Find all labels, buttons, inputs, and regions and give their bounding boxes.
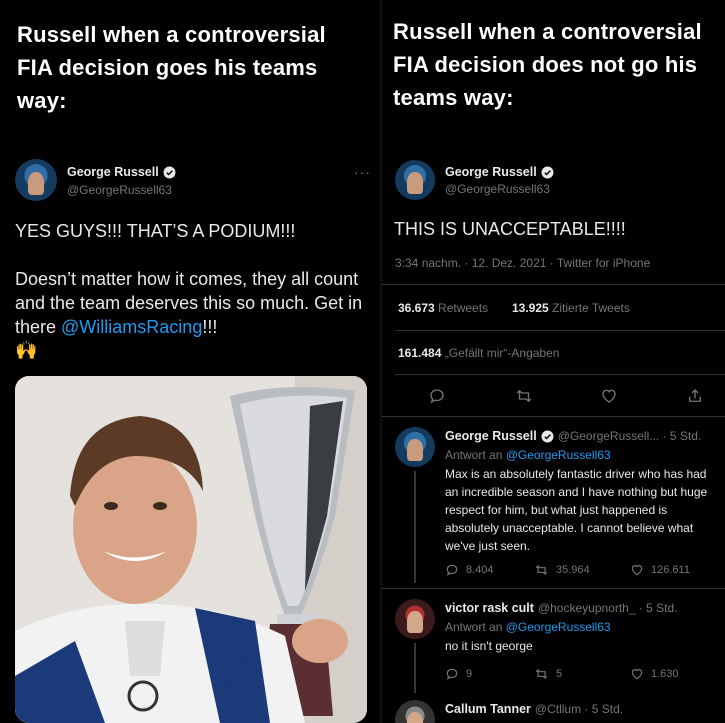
- tweet-text: YES GUYS!!! THAT’S A PODIUM!!! Doesn’t m…: [15, 219, 370, 363]
- left-panel: Russell when a controversial FIA decisio…: [0, 0, 380, 723]
- tweet-timestamp[interactable]: 3:34 nachm. · 12. Dez. 2021 · Twitter fo…: [395, 256, 650, 270]
- share-icon[interactable]: [686, 387, 704, 405]
- tweet-line-1: YES GUYS!!! THAT’S A PODIUM!!!: [15, 221, 296, 241]
- reply-likes-action[interactable]: 1.630: [630, 667, 679, 681]
- author-name[interactable]: George Russell: [445, 165, 554, 179]
- divider: [382, 284, 725, 285]
- like-count: 126.611: [651, 564, 690, 576]
- left-caption: Russell when a controversial FIA decisio…: [17, 22, 326, 113]
- author-handle[interactable]: @GeorgeRussell63: [67, 183, 172, 197]
- reply-item[interactable]: victor rask cult @hockeyupnorth_ · 5 Std…: [382, 589, 725, 693]
- reply-author-handle[interactable]: @hockeyupnorth_ · 5 Std.: [538, 601, 678, 615]
- reply-likes-action[interactable]: 126.611: [630, 563, 690, 577]
- reply-replies-action[interactable]: 8.404: [445, 563, 494, 577]
- like-icon: [631, 669, 643, 680]
- right-panel: Russell when a controversial FIA decisio…: [380, 0, 725, 723]
- reply-count: 9: [466, 668, 473, 680]
- tweet-paragraph: Doesn’t matter how it comes, they all co…: [15, 267, 370, 339]
- author-name-text: George Russell: [445, 165, 537, 179]
- reply-author-name-text: victor rask cult: [445, 601, 534, 615]
- retweets-stat[interactable]: 36.673 Retweets: [398, 301, 488, 315]
- reply-to-prefix: Antwort an: [445, 620, 506, 634]
- like-icon: [631, 565, 643, 576]
- right-caption: Russell when a controversial FIA decisio…: [393, 19, 702, 110]
- podium-photo-illustration: [15, 376, 367, 723]
- avatar[interactable]: [395, 427, 435, 467]
- reply-author-name-text: George Russell: [445, 429, 537, 443]
- quotes-label: Zitierte Tweets: [552, 301, 630, 315]
- retweet-icon[interactable]: [514, 387, 534, 405]
- mention-link[interactable]: @WilliamsRacing: [61, 317, 202, 337]
- author-name[interactable]: George Russell: [67, 165, 176, 179]
- reply-to-mention[interactable]: @GeorgeRussell63: [506, 620, 611, 634]
- reply-icon[interactable]: [428, 387, 446, 405]
- reply-retweets-action[interactable]: 5: [534, 667, 562, 681]
- reply-item[interactable]: Callum Tanner @Ctllum · 5 Std.: [382, 690, 725, 723]
- divider: [395, 330, 725, 331]
- reply-replies-action[interactable]: 9: [445, 667, 472, 681]
- avatar[interactable]: [395, 700, 435, 723]
- avatar[interactable]: [15, 159, 57, 201]
- like-icon[interactable]: [600, 387, 618, 405]
- thread-line: [414, 643, 416, 693]
- tweet-photo[interactable]: WILLIAMS RACING: [15, 376, 367, 723]
- author-name-text: George Russell: [67, 165, 159, 179]
- retweet-icon: [535, 565, 548, 575]
- more-dots-icon[interactable]: ···: [354, 164, 371, 180]
- retweets-label: Retweets: [438, 301, 489, 315]
- reply-author-name[interactable]: Callum Tanner @Ctllum · 5 Std.: [445, 702, 623, 716]
- retweet-count: 5: [556, 668, 563, 680]
- like-count: 1.630: [651, 668, 679, 680]
- reply-text: no it isn't george: [445, 639, 533, 653]
- reply-author-handle[interactable]: @GeorgeRussell... · 5 Std.: [558, 429, 702, 443]
- reply-icon: [446, 668, 458, 680]
- tweet-text: THIS IS UNACCEPTABLE!!!!: [394, 219, 626, 239]
- avatar[interactable]: [395, 160, 435, 200]
- verified-badge-icon: [541, 166, 554, 178]
- reply-text: Max is an absolutely fantastic driver wh…: [445, 467, 708, 553]
- divider: [395, 374, 725, 375]
- reply-to: Antwort an @GeorgeRussell63: [445, 620, 611, 634]
- likes-label: „Gefällt mir“-Angaben: [444, 346, 560, 360]
- reply-item[interactable]: George Russell @GeorgeRussell... · 5 Std…: [382, 417, 725, 588]
- likes-stat[interactable]: 161.484 „Gefällt mir“-Angaben: [398, 346, 559, 360]
- retweet-count: 35.964: [556, 564, 590, 576]
- author-handle[interactable]: @GeorgeRussell63: [445, 182, 550, 196]
- reply-author-name[interactable]: George Russell @GeorgeRussell... · 5 Std…: [445, 429, 701, 443]
- retweet-icon: [535, 669, 548, 679]
- likes-count: 161.484: [398, 346, 442, 360]
- thread-line: [414, 471, 416, 583]
- quotes-count: 13.925: [512, 301, 549, 315]
- verified-badge-icon: [541, 430, 554, 442]
- reply-to-prefix: Antwort an: [445, 448, 506, 462]
- reply-author-handle[interactable]: @Ctllum · 5 Std.: [535, 702, 623, 716]
- reply-count: 8.404: [466, 564, 494, 576]
- retweets-count: 36.673: [398, 301, 435, 315]
- reply-icon: [446, 564, 458, 576]
- verified-badge-icon: [163, 166, 176, 178]
- reply-to: Antwort an @GeorgeRussell63: [445, 448, 611, 462]
- quotes-stat[interactable]: 13.925 Zitierte Tweets: [512, 301, 630, 315]
- reply-author-name-text: Callum Tanner: [445, 702, 531, 716]
- tweet-exclaim: !!!: [202, 317, 218, 337]
- avatar[interactable]: [395, 599, 435, 639]
- reply-to-mention[interactable]: @GeorgeRussell63: [506, 448, 611, 462]
- reply-retweets-action[interactable]: 35.964: [534, 563, 590, 577]
- clap-emoji-icon: 🙌: [15, 340, 38, 361]
- reply-author-name[interactable]: victor rask cult @hockeyupnorth_ · 5 Std…: [445, 601, 678, 615]
